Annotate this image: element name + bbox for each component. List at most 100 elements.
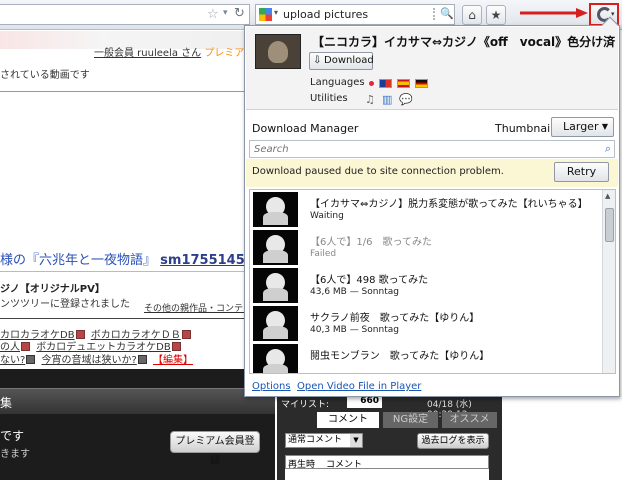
player-header-bar: 集 <box>0 388 275 414</box>
member-name: 一般会員 ruuleela さん <box>94 48 202 59</box>
video-id[interactable]: sm17551450 <box>160 253 254 268</box>
content-tree-notice: ンツツリーに登録されました <box>0 299 130 310</box>
bookmarks-button[interactable]: ★ <box>486 5 506 25</box>
options-link[interactable]: Options <box>252 381 291 392</box>
dictionary-icon[interactable] <box>137 355 147 364</box>
tab-ng-settings[interactable]: NG設定 <box>383 412 438 428</box>
other-parent-works-link[interactable]: その他の親作品・コンテン <box>144 301 252 314</box>
download-item[interactable]: サクラノ前夜 歌ってみた【ゆりん】 40,3 MB — Sonntag <box>250 304 602 344</box>
member-status: 一般会員 ruuleela さん プレミアム <box>94 44 254 59</box>
bookmark-star-icon[interactable]: ☆ <box>207 7 219 22</box>
current-video-card: 【ニコカラ】イカサマ⇔カジノ《off vocal》色分け済 ⇩ Download… <box>246 27 618 110</box>
comment-mode-select[interactable]: 通常コメント ▼ <box>285 433 363 448</box>
chart-icon[interactable]: ▥ <box>382 93 392 106</box>
tab-comment[interactable]: コメント <box>317 412 379 428</box>
current-video-title: 【ニコカラ】イカサマ⇔カジノ《off vocal》色分け済 <box>312 35 616 49</box>
player-header-label: 集 <box>0 396 13 410</box>
thumbnail-size-value: Larger <box>563 120 599 133</box>
taiwan-flag-icon[interactable] <box>379 79 392 88</box>
status-message: Download paused due to site connection p… <box>252 166 504 177</box>
dictionary-icon[interactable] <box>171 342 181 351</box>
tab-recommend[interactable]: オススメ <box>442 412 497 428</box>
download-list: 【イカサマ⇔カジノ】脱力系変態が歌ってみた【れいちゃる】 Waiting 【6人… <box>249 189 616 374</box>
search-engine-icon[interactable] <box>259 8 272 21</box>
download-item[interactable]: 【6人で】498 歌ってみた 43,6 MB — Sonntag <box>250 266 602 306</box>
scroll-up-icon[interactable]: ▲ <box>605 192 610 200</box>
music-icon[interactable]: ♫ <box>365 93 375 106</box>
download-search: ⌕ <box>249 140 615 158</box>
download-item[interactable]: 【イカサマ⇔カジノ】脱力系変態が歌ってみた【れいちゃる】 Waiting <box>250 190 602 230</box>
download-title: 【イカサマ⇔カジノ】脱力系変態が歌ってみた【れいちゃる】 <box>310 199 588 210</box>
toolbar-grip[interactable] <box>433 8 443 20</box>
download-status: 40,3 MB — Sonntag <box>310 325 399 335</box>
comment-row[interactable] <box>285 469 489 480</box>
speech-bubble-icon[interactable]: 💬 <box>399 93 413 106</box>
player-submessage: きます <box>0 449 30 460</box>
dictionary-icon[interactable] <box>26 355 36 364</box>
thumbnail-size-select[interactable]: Larger ▼ <box>551 117 614 137</box>
video-title: 様の『六兆年と一夜物語』 sm17551450 <box>0 249 254 268</box>
download-title: サクラノ前夜 歌ってみた【ゆりん】 <box>310 313 480 324</box>
past-log-button[interactable]: 過去ログを表示 <box>417 433 489 449</box>
retry-button[interactable]: Retry <box>554 162 609 182</box>
home-icon: ⌂ <box>468 8 476 22</box>
status-notification: Download paused due to site connection p… <box>246 159 618 187</box>
search-bar-value[interactable]: upload pictures <box>283 8 368 21</box>
download-thumbnail <box>253 230 298 265</box>
download-manager-label: Download Manager <box>252 122 359 135</box>
germany-flag-icon[interactable] <box>415 79 428 88</box>
search-engine-dropdown-icon[interactable]: ▾ <box>274 8 278 17</box>
chevron-down-icon: ▼ <box>601 122 608 131</box>
download-button[interactable]: ⇩ Download <box>309 52 374 70</box>
mylist-label: マイリスト: <box>281 400 330 410</box>
search-bar[interactable]: ▾ upload pictures 🔍 <box>255 4 455 25</box>
divider <box>0 271 245 272</box>
comment-table-header: 再生時 コメント <box>285 455 489 470</box>
chevron-down-icon: ▼ <box>350 434 362 447</box>
languages-label: Languages <box>310 77 365 88</box>
video-title-text[interactable]: 様の『六兆年と一夜物語』 <box>0 253 156 268</box>
reload-icon[interactable]: ↻ <box>234 6 245 21</box>
url-history-dropdown-icon[interactable]: ▾ <box>223 8 228 18</box>
download-item[interactable]: 【6人で】1/6 歌ってみた Failed <box>250 228 602 268</box>
mylist-count: 660 <box>347 396 382 408</box>
downloader-popup: 【ニコカラ】イカサマ⇔カジノ《off vocal》色分け済 ⇩ Download… <box>244 16 620 397</box>
download-status: 43,6 MB — Sonntag <box>310 287 399 297</box>
premium-register-button[interactable]: プレミアム会員登録 <box>170 431 260 467</box>
download-icon: ⇩ <box>313 55 322 66</box>
comment-panel: マイリスト: 660 04/18 (水) 00:29:12 コメント NG設定 … <box>277 395 502 480</box>
download-button-label: Download <box>324 55 374 66</box>
url-bar[interactable]: ☆ ▾ ↻ <box>0 4 250 25</box>
download-title: 鬩虫モンブラン 歌ってみた【ゆりん】 <box>310 351 490 362</box>
download-thumbnail <box>253 344 298 373</box>
spain-flag-icon[interactable] <box>397 79 410 88</box>
tag-link[interactable]: ない? <box>0 355 25 366</box>
search-input[interactable] <box>250 141 590 157</box>
thumbnail-label: Thumbnail: <box>495 122 557 135</box>
page-notice: されている動画です <box>0 70 90 81</box>
edit-tags-link[interactable]: 【編集】 <box>153 355 193 366</box>
search-icon[interactable]: ⌕ <box>605 142 611 156</box>
download-status: Failed <box>310 249 337 259</box>
download-title: 【6人で】1/6 歌ってみた <box>310 237 432 248</box>
parent-work-title[interactable]: ジノ【オリジナルPV】 <box>0 280 105 295</box>
download-thumbnail <box>253 192 298 227</box>
download-list-scrollbar[interactable]: ▲ <box>602 190 615 373</box>
tag-link[interactable]: 今宵の音域は狭いか? <box>42 355 137 366</box>
divider <box>0 318 245 319</box>
download-thumbnail <box>253 306 298 341</box>
mylist-row: マイリスト: 660 04/18 (水) 00:29:12 <box>277 395 502 420</box>
dictionary-icon[interactable] <box>21 342 30 351</box>
player-area <box>0 369 275 480</box>
video-thumbnail <box>255 34 301 69</box>
download-item[interactable]: 鬩虫モンブラン 歌ってみた【ゆりん】 <box>250 342 602 373</box>
player-message: です <box>0 429 25 443</box>
home-button[interactable]: ⌂ <box>462 5 482 25</box>
divider <box>0 91 245 92</box>
scrollbar-thumb[interactable] <box>605 208 614 242</box>
open-in-player-link[interactable]: Open Video File in Player <box>297 381 421 392</box>
download-status: Waiting <box>310 211 344 221</box>
japanese-flag-icon[interactable] <box>369 81 374 86</box>
addon-dropdown-icon: ▾ <box>611 10 615 18</box>
comment-mode-value: 通常コメント <box>288 435 343 445</box>
